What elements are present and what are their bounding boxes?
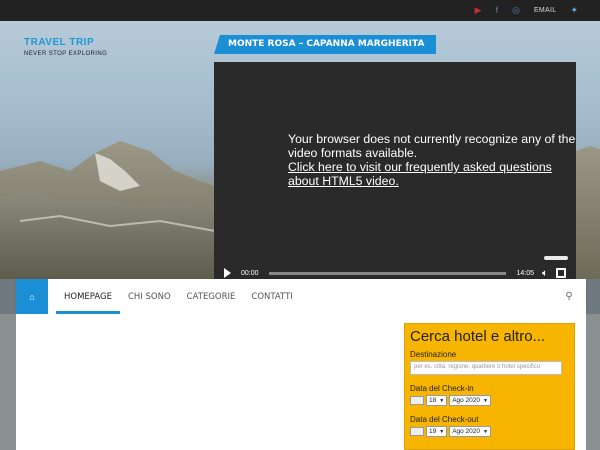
- checkin-calendar-icon[interactable]: [410, 396, 424, 405]
- video-progress-track[interactable]: [268, 271, 507, 275]
- top-bar: ▶ f ◎ EMAIL ✦: [0, 0, 600, 21]
- main-nav: ⌂ HOMEPAGE CHI SONO CATEGORIE CONTATTI ⚲: [16, 279, 586, 314]
- video-player[interactable]: Your browser does not currently recogniz…: [214, 62, 576, 279]
- play-icon[interactable]: [224, 268, 231, 278]
- checkin-row: 18 ▼ Ago 2020 ▼: [410, 395, 569, 406]
- checkout-calendar-icon[interactable]: [410, 427, 424, 436]
- email-link[interactable]: EMAIL: [534, 7, 557, 14]
- site-tagline: NEVER STOP EXPLORING: [24, 51, 108, 57]
- youtube-icon[interactable]: ▶: [475, 6, 482, 15]
- destination-input[interactable]: per es. città, regione, quartiere o hote…: [410, 361, 562, 375]
- duration: 14:05: [516, 269, 534, 277]
- background-strip-right: [586, 314, 600, 450]
- widget-title: Cerca hotel e altro...: [410, 328, 546, 345]
- nav-item-categorie[interactable]: CATEGORIE: [179, 279, 244, 314]
- video-message-text: Your browser does not currently recogniz…: [288, 132, 576, 160]
- checkout-label: Data del Check-out: [410, 415, 479, 424]
- checkin-label: Data del Check-in: [410, 384, 474, 393]
- video-title-tab: MONTE ROSA – CAPANNA MARGHERITA: [214, 35, 437, 54]
- hero-banner: TRAVEL TRIP NEVER STOP EXPLORING MONTE R…: [0, 21, 600, 279]
- checkout-row: 19 ▼ Ago 2020 ▼: [410, 426, 569, 437]
- nav-item-chi-sono[interactable]: CHI SONO: [120, 279, 179, 314]
- checkin-month-select[interactable]: Ago 2020 ▼: [449, 395, 491, 406]
- search-icon[interactable]: ⚲: [552, 279, 586, 314]
- fullscreen-icon[interactable]: [556, 268, 566, 278]
- video-unsupported-message: Your browser does not currently recogniz…: [288, 132, 578, 188]
- nav-item-homepage[interactable]: HOMEPAGE: [56, 279, 120, 314]
- home-icon[interactable]: ⌂: [16, 279, 48, 314]
- twitter-icon[interactable]: ✦: [570, 6, 578, 15]
- destination-label: Destinazione: [410, 350, 457, 359]
- checkin-day-select[interactable]: 18 ▼: [426, 395, 448, 406]
- video-scroll-indicator: [544, 256, 568, 260]
- nav-item-contatti[interactable]: CONTATTI: [243, 279, 300, 314]
- video-controls: 00:00 14:05 🔈︎: [214, 262, 576, 279]
- current-time: 00:00: [241, 269, 259, 277]
- html5-video-faq-link[interactable]: Click here to visit our frequently asked…: [288, 160, 552, 188]
- background-strip-left: [0, 314, 16, 450]
- facebook-icon[interactable]: f: [496, 6, 499, 15]
- hotel-search-widget: Cerca hotel e altro... Destinazione per …: [404, 323, 575, 450]
- site-brand[interactable]: TRAVEL TRIP NEVER STOP EXPLORING: [24, 37, 107, 57]
- volume-icon[interactable]: 🔈︎: [542, 268, 548, 279]
- checkout-month-select[interactable]: Ago 2020 ▼: [449, 426, 491, 437]
- site-title[interactable]: TRAVEL TRIP: [24, 37, 107, 48]
- checkout-day-select[interactable]: 19 ▼: [426, 426, 448, 437]
- instagram-icon[interactable]: ◎: [512, 6, 520, 15]
